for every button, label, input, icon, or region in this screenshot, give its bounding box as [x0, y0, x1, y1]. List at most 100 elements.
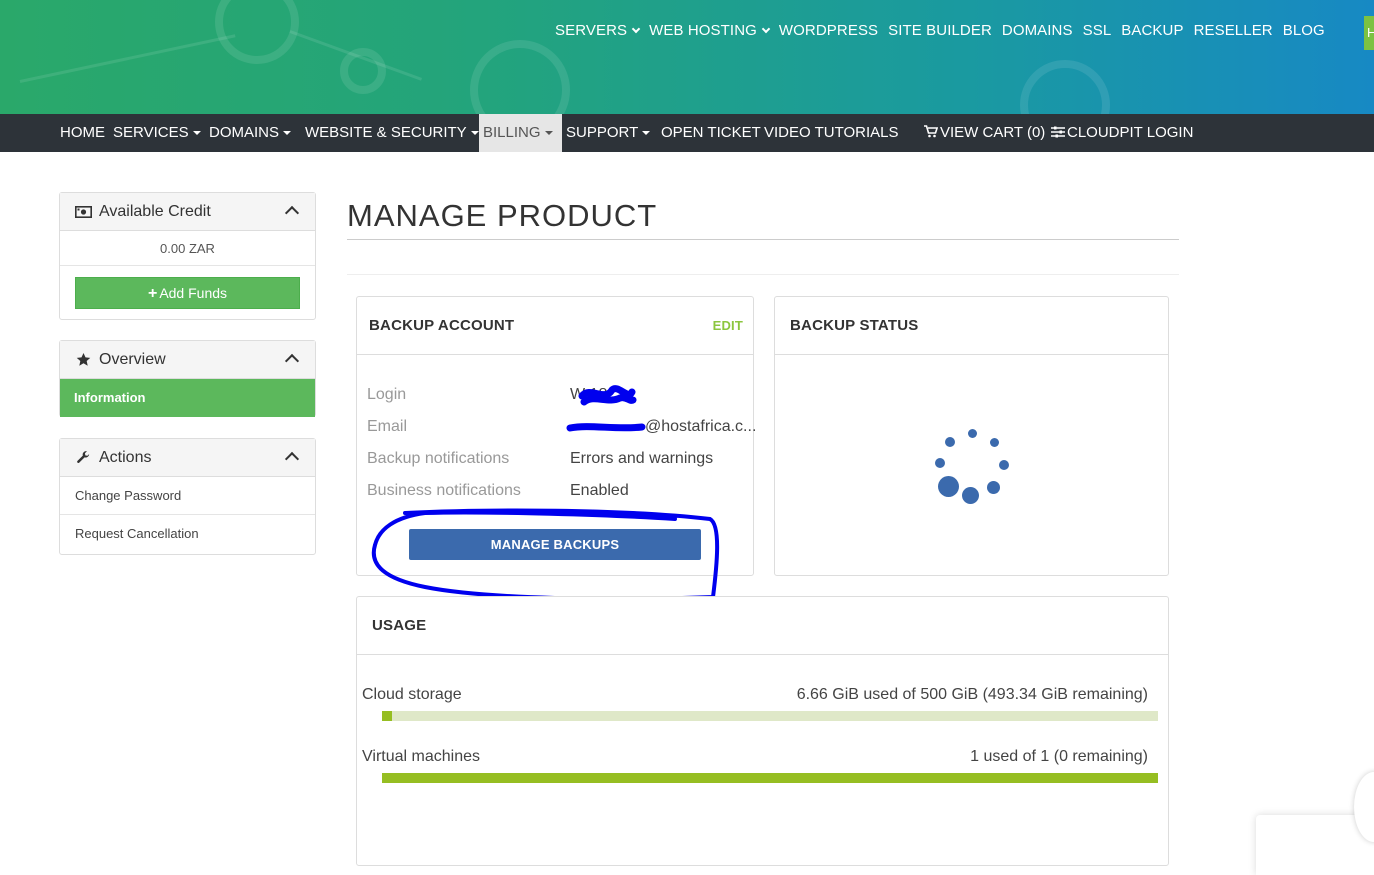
- star-icon: [74, 352, 92, 367]
- usage-value-virtual-machines: 1 used of 1 (0 remaining): [970, 748, 1148, 765]
- nav-label: SERVICES: [113, 124, 189, 141]
- progress-fill: [382, 711, 393, 721]
- field-value-email: @hostafrica.c...: [645, 418, 757, 435]
- main-navigation: HOME SERVICES DOMAINS WEBSITE & SECURITY…: [0, 114, 1374, 152]
- nav-label: WEBSITE & SECURITY: [305, 124, 467, 141]
- field-label-login: Login: [367, 386, 407, 403]
- top-nav-domains[interactable]: DOMAINS: [1002, 22, 1073, 39]
- wrench-icon: [74, 450, 92, 465]
- top-nav-label: WEB HOSTING: [649, 22, 757, 39]
- nav-label: SUPPORT: [566, 124, 639, 141]
- top-green-tab[interactable]: H: [1364, 16, 1374, 50]
- money-icon: [74, 205, 92, 218]
- panel-title: Actions: [99, 448, 152, 466]
- field-label-business-notifications: Business notifications: [367, 482, 521, 499]
- manage-backups-button[interactable]: MANAGE BACKUPS: [409, 529, 701, 560]
- usage-label-virtual-machines: Virtual machines: [362, 748, 480, 765]
- add-funds-button[interactable]: + Add Funds: [75, 277, 300, 309]
- usage-label-cloud-storage: Cloud storage: [362, 686, 462, 703]
- chevron-down-icon: [631, 24, 641, 34]
- card-header: USAGE: [357, 597, 1168, 655]
- field-value-login: W 18: [570, 386, 608, 403]
- caret-down-icon: [642, 131, 651, 136]
- page-title: MANAGE PRODUCT: [347, 198, 658, 233]
- actions-panel: Actions Change Password Request Cancella…: [59, 438, 316, 555]
- nav-website-security[interactable]: WEBSITE & SECURITY: [305, 114, 479, 152]
- card-title: BACKUP STATUS: [790, 317, 919, 334]
- caret-down-icon: [544, 131, 553, 136]
- available-credit-header[interactable]: Available Credit: [60, 193, 315, 231]
- top-nav-label: DOMAINS: [1001, 22, 1073, 39]
- nav-home[interactable]: HOME: [60, 114, 105, 152]
- top-nav-backup[interactable]: BACKUP: [1121, 22, 1183, 39]
- decorative-circle: [340, 48, 386, 94]
- credit-amount: 0.00 ZAR: [60, 231, 315, 266]
- top-nav-blog[interactable]: BLOG: [1283, 22, 1325, 39]
- plus-icon: +: [147, 285, 158, 302]
- nav-open-ticket[interactable]: OPEN TICKET: [661, 114, 761, 152]
- top-nav-label: SERVERS: [555, 22, 628, 39]
- caret-down-icon: [192, 131, 201, 136]
- top-nav-reseller[interactable]: RESELLER: [1194, 22, 1273, 39]
- cart-icon: [924, 125, 939, 138]
- decorative-circle: [215, 0, 299, 64]
- overview-header[interactable]: Overview: [60, 341, 315, 379]
- field-label-backup-notifications: Backup notifications: [367, 450, 510, 467]
- nav-support[interactable]: SUPPORT: [566, 114, 651, 152]
- divider: [347, 274, 1179, 275]
- top-nav-web-hosting[interactable]: WEB HOSTING: [649, 22, 771, 39]
- field-value-backup-notifications: Errors and warnings: [570, 450, 714, 467]
- top-nav-label: SSL: [1082, 22, 1112, 39]
- sliders-icon: [1051, 126, 1065, 138]
- decorative-circle: [470, 40, 570, 114]
- usage-value-cloud-storage: 6.66 GiB used of 500 GiB (493.34 GiB rem…: [796, 686, 1148, 703]
- virtual-machines-progress-bar: [382, 773, 1158, 783]
- nav-label: CLOUDPIT LOGIN: [1067, 124, 1194, 141]
- cloud-storage-progress-bar: [382, 711, 1158, 721]
- top-navigation: SERVERS WEB HOSTING WORDPRESS SITE BUILD…: [555, 22, 1325, 39]
- field-label-email: Email: [367, 418, 408, 435]
- divider: [347, 239, 1179, 240]
- sidebar-item-information[interactable]: Information: [60, 379, 315, 417]
- caret-down-icon: [470, 131, 479, 136]
- chevron-up-icon[interactable]: [284, 353, 300, 369]
- card-title: USAGE: [372, 617, 427, 634]
- nav-billing[interactable]: BILLING: [479, 114, 562, 152]
- card-header: BACKUP STATUS: [775, 297, 1168, 355]
- overview-panel: Overview Information: [59, 340, 316, 417]
- nav-video-tutorials[interactable]: VIDEO TUTORIALS: [764, 114, 898, 152]
- sidebar-item-request-cancellation[interactable]: Request Cancellation: [60, 515, 315, 553]
- nav-label: VIEW CART (0): [940, 124, 1046, 141]
- top-nav-label: RESELLER: [1193, 22, 1273, 39]
- chevron-up-icon[interactable]: [284, 451, 300, 467]
- panel-title: Overview: [99, 350, 166, 368]
- card-title: BACKUP ACCOUNT: [369, 317, 515, 334]
- top-nav-ssl[interactable]: SSL: [1083, 22, 1112, 39]
- top-nav-label: BLOG: [1282, 22, 1325, 39]
- sidebar-item-change-password[interactable]: Change Password: [60, 477, 315, 515]
- caret-down-icon: [283, 131, 292, 136]
- decorative-line: [19, 34, 236, 83]
- nav-services[interactable]: SERVICES: [113, 114, 201, 152]
- chevron-up-icon[interactable]: [284, 205, 300, 221]
- chevron-down-icon: [761, 24, 771, 34]
- actions-header[interactable]: Actions: [60, 439, 315, 477]
- header-banner: SERVERS WEB HOSTING WORDPRESS SITE BUILD…: [0, 0, 1374, 114]
- top-nav-site-builder[interactable]: SITE BUILDER: [888, 22, 992, 39]
- panel-title: Available Credit: [99, 202, 211, 220]
- available-credit-panel: Available Credit 0.00 ZAR + Add Funds: [59, 192, 316, 320]
- field-value-business-notifications: Enabled: [570, 482, 629, 499]
- nav-view-cart[interactable]: VIEW CART (0): [924, 114, 1045, 152]
- decorative-circle: [1020, 60, 1110, 114]
- top-nav-servers[interactable]: SERVERS: [555, 22, 641, 39]
- nav-cloudpit-login[interactable]: CLOUDPIT LOGIN: [1051, 114, 1193, 152]
- add-funds-label: Add Funds: [159, 285, 228, 301]
- top-nav-label: BACKUP: [1121, 22, 1184, 39]
- top-nav-wordpress[interactable]: WORDPRESS: [779, 22, 878, 39]
- card-header: BACKUP ACCOUNT EDIT: [357, 297, 753, 355]
- nav-domains[interactable]: DOMAINS: [209, 114, 292, 152]
- usage-card: USAGE: [356, 596, 1169, 866]
- edit-link[interactable]: EDIT: [713, 318, 743, 333]
- top-nav-label: WORDPRESS: [778, 22, 879, 39]
- progress-fill: [382, 773, 1158, 783]
